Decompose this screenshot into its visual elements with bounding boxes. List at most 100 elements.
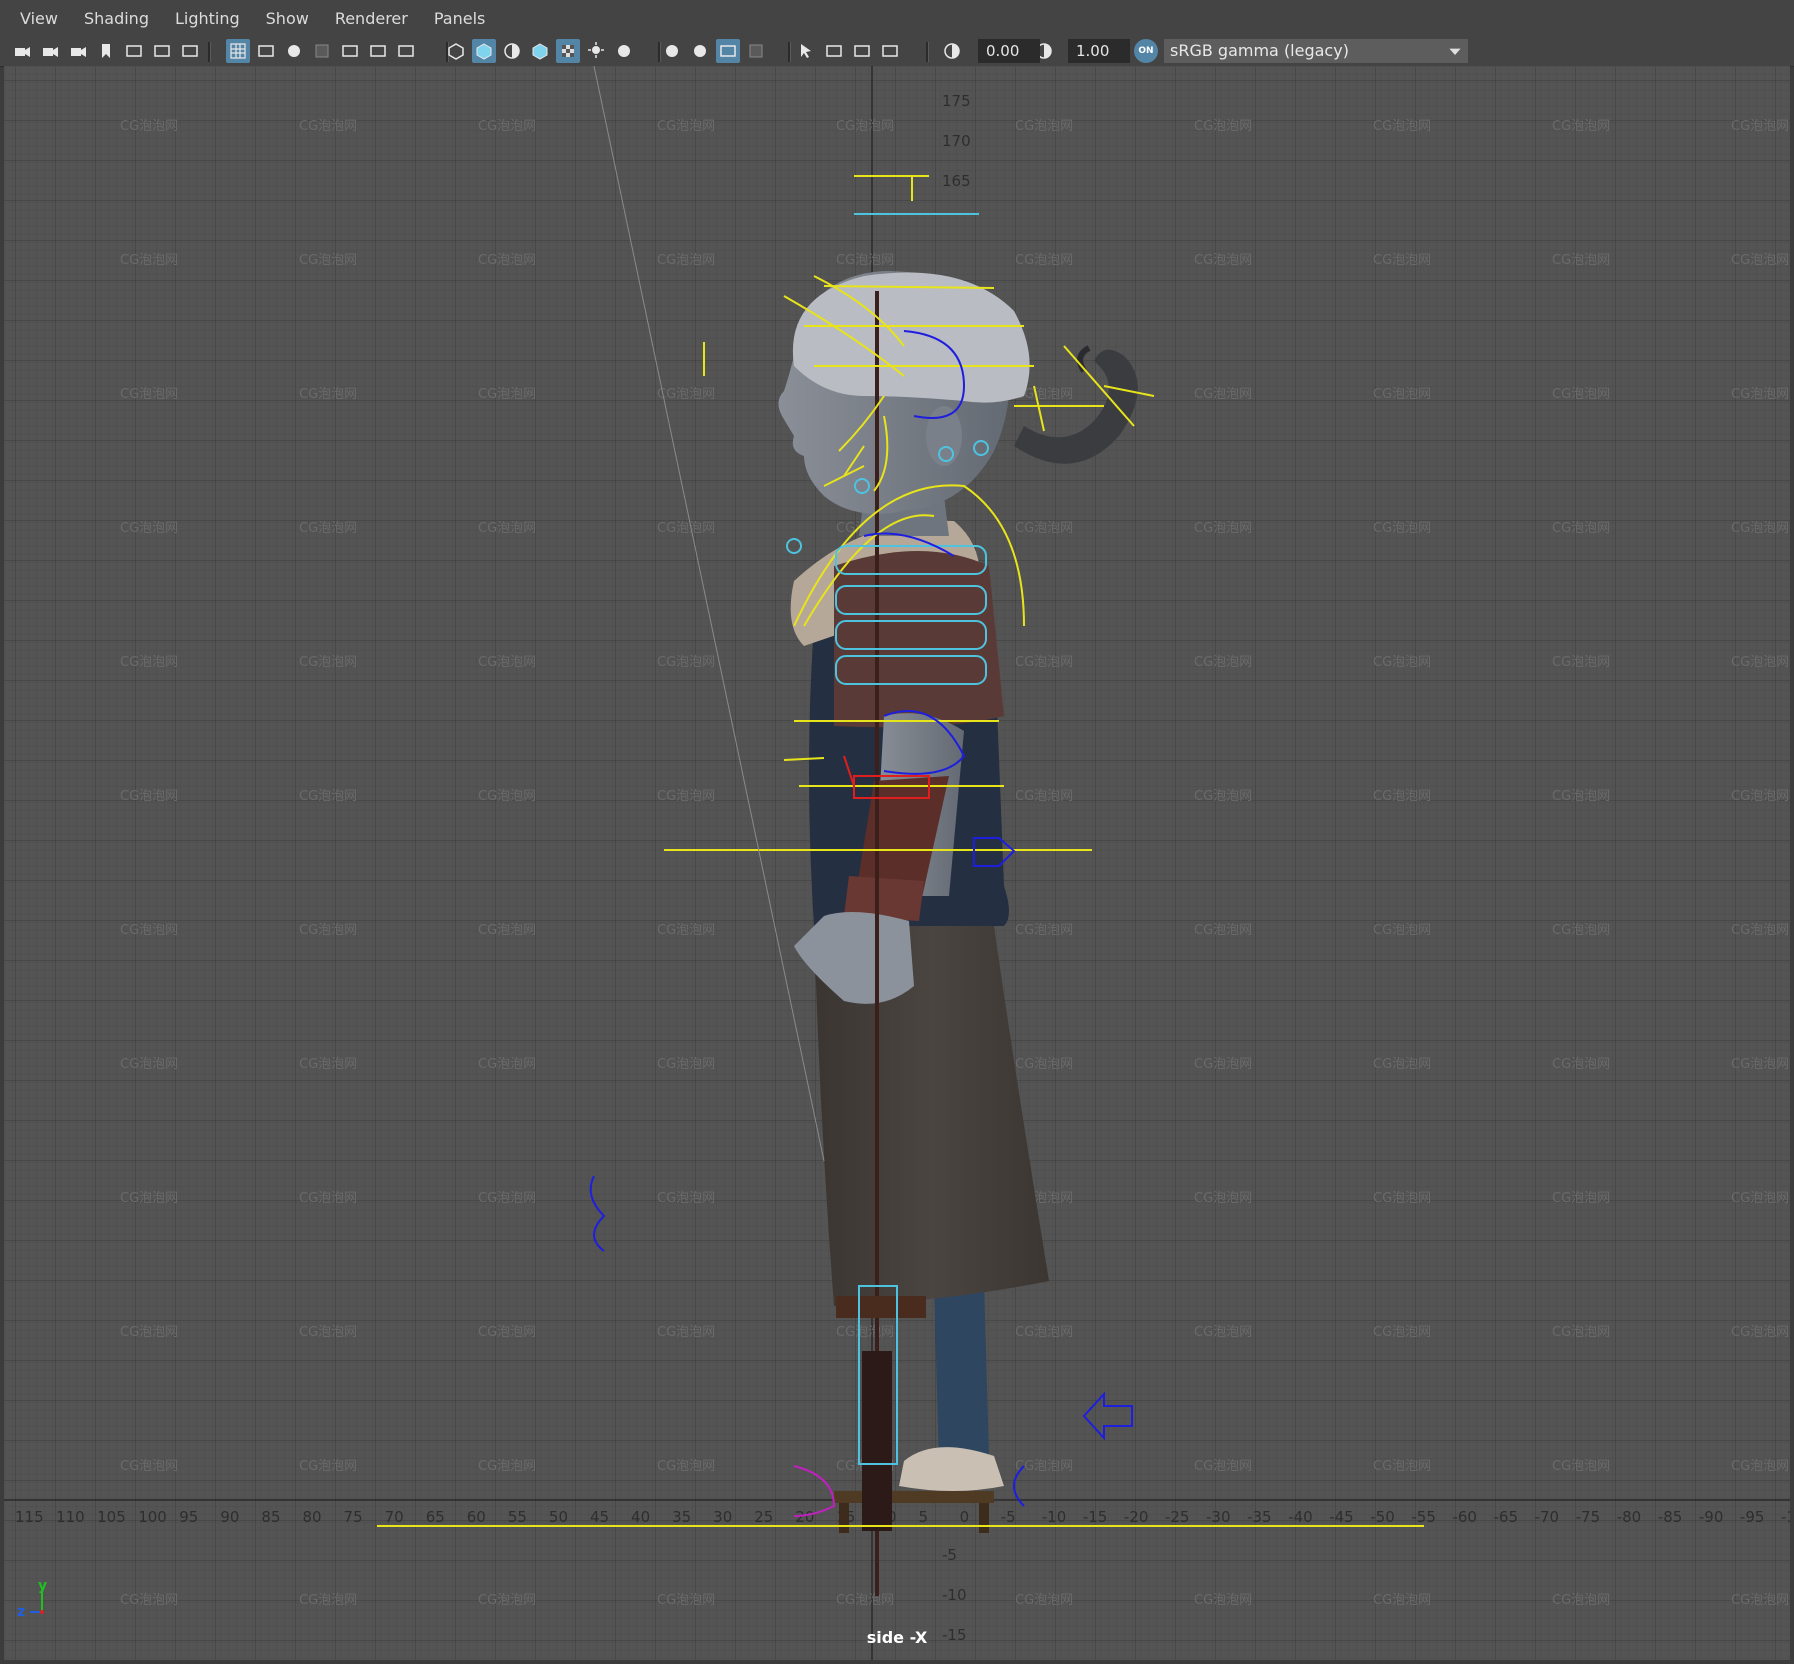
ruler-tick-label: 105 <box>97 1508 126 1526</box>
panel-toolbar: 0.00 1.00 ON sRGB gamma (legacy) <box>0 36 1794 67</box>
ruler-tick-label: 60 <box>467 1508 486 1526</box>
ruler-tick-label: 55 <box>508 1508 527 1526</box>
menu-shading[interactable]: Shading <box>84 9 149 28</box>
color-space-field[interactable]: sRGB gamma (legacy) <box>1164 39 1468 63</box>
exposure-field[interactable]: 0.00 <box>978 39 1040 63</box>
ruler-tick-label: 25 <box>754 1508 773 1526</box>
watermark-text: CG泡泡网 <box>1552 521 1610 536</box>
color-management-icon[interactable]: ON <box>1134 39 1158 63</box>
color-space-dropdown-icon[interactable] <box>1442 39 1468 63</box>
side-view-viewport[interactable]: CG泡泡网 CG泡泡网 CG泡泡网 CG泡泡网 CG泡泡网 CG泡泡网 CG泡泡网 CG泡泡网… <box>4 66 1790 1660</box>
watermark-text: CG泡泡网 <box>1731 1325 1789 1340</box>
gate-mask-icon[interactable] <box>310 39 334 63</box>
watermark-text: CG泡泡网 <box>1373 923 1431 938</box>
isolate-select-icon[interactable] <box>794 39 818 63</box>
exposure-icon[interactable] <box>940 39 964 63</box>
watermark-text: CG泡泡网 <box>657 1191 715 1206</box>
textured-icon[interactable] <box>556 39 580 63</box>
menu-renderer[interactable]: Renderer <box>335 9 408 28</box>
watermark-text: CG泡泡网 <box>1731 789 1789 804</box>
camera-icon[interactable] <box>10 39 34 63</box>
watermark-text: CG泡泡网 <box>1194 923 1252 938</box>
grid-snap-icon[interactable] <box>122 39 146 63</box>
smooth-shade-icon[interactable] <box>472 39 496 63</box>
resolution-gate-icon[interactable] <box>282 39 306 63</box>
ruler-tick-label: -60 <box>1452 1508 1477 1526</box>
ruler-tick-label: -85 <box>1658 1508 1683 1526</box>
watermark-text: CG泡泡网 <box>836 1325 894 1340</box>
watermark-text: CG泡泡网 <box>299 119 357 134</box>
watermark-text: CG泡泡网 <box>299 1593 357 1608</box>
watermark-text: CG泡泡网 <box>1731 1593 1789 1608</box>
camera-settings-icon[interactable] <box>66 39 90 63</box>
ruler-tick-label: -55 <box>1411 1508 1436 1526</box>
safe-title-icon[interactable] <box>394 39 418 63</box>
watermark-text: CG泡泡网 <box>1731 253 1789 268</box>
bookmark-icon[interactable] <box>94 39 118 63</box>
default-material-icon[interactable] <box>500 39 524 63</box>
watermark-text: CG泡泡网 <box>120 521 178 536</box>
shadows-icon[interactable] <box>612 39 636 63</box>
grid-icon[interactable] <box>226 39 250 63</box>
watermark-text: CG泡泡网 <box>1731 521 1789 536</box>
watermark-text: CG泡泡网 <box>1731 1057 1789 1072</box>
film-gate-icon[interactable] <box>150 39 174 63</box>
watermark-text: CG泡泡网 <box>1731 387 1789 402</box>
menu-show[interactable]: Show <box>266 9 309 28</box>
watermark-text: CG泡泡网 <box>1194 1057 1252 1072</box>
watermark-text: CG泡泡网 <box>120 1459 178 1474</box>
watermark-text: CG泡泡网 <box>1373 1191 1431 1206</box>
ruler-tick-label: -15 <box>1083 1508 1108 1526</box>
watermark-text: CG泡泡网 <box>1194 655 1252 670</box>
watermark-text: CG泡泡网 <box>1015 1057 1073 1072</box>
viewport-canvas[interactable]: CG泡泡网 CG泡泡网 CG泡泡网 CG泡泡网 CG泡泡网 CG泡泡网 CG泡泡网 CG泡泡网… <box>4 66 1790 1660</box>
wireframe-on-shaded-icon[interactable] <box>528 39 552 63</box>
watermark-text: CG泡泡网 <box>478 387 536 402</box>
watermark-text: CG泡泡网 <box>1373 253 1431 268</box>
watermark-text: CG泡泡网 <box>657 923 715 938</box>
color-management-badge: ON <box>1138 46 1154 56</box>
ruler-tick-label: -50 <box>1370 1508 1395 1526</box>
xray-joints-icon[interactable] <box>850 39 874 63</box>
ruler-tick-label: -95 <box>1740 1508 1765 1526</box>
film-gate-toggle-icon[interactable] <box>254 39 278 63</box>
xray-icon[interactable] <box>822 39 846 63</box>
menu-lighting[interactable]: Lighting <box>175 9 240 28</box>
watermark-text: CG泡泡网 <box>1015 789 1073 804</box>
watermark-text: CG泡泡网 <box>120 655 178 670</box>
field-chart-icon[interactable] <box>338 39 362 63</box>
ruler-tick-label: -10 <box>1042 1508 1067 1526</box>
ruler-tick-label: -40 <box>1288 1508 1313 1526</box>
ruler-tick-label: 65 <box>426 1508 445 1526</box>
watermark-text: CG泡泡网 <box>478 119 536 134</box>
panel-menu-bar: View Shading Lighting Show Renderer Pane… <box>0 0 1794 36</box>
watermark-text: CG泡泡网 <box>1552 253 1610 268</box>
watermark-text: CG泡泡网 <box>1373 1593 1431 1608</box>
brush-icon[interactable] <box>178 39 202 63</box>
watermark-text: CG泡泡网 <box>299 521 357 536</box>
menu-view[interactable]: View <box>20 9 58 28</box>
watermark-text: CG泡泡网 <box>1015 923 1073 938</box>
motion-blur-icon[interactable] <box>688 39 712 63</box>
watermark-text: CG泡泡网 <box>1552 655 1610 670</box>
anti-aliasing-icon[interactable] <box>716 39 740 63</box>
watermark-text: CG泡泡网 <box>478 1459 536 1474</box>
ruler-tick-label: 40 <box>631 1508 650 1526</box>
use-lights-icon[interactable] <box>584 39 608 63</box>
camera-attributes-icon[interactable] <box>38 39 62 63</box>
menu-panels[interactable]: Panels <box>434 9 486 28</box>
screen-space-ao-icon[interactable] <box>660 39 684 63</box>
watermark-text: CG泡泡网 <box>478 521 536 536</box>
watermark-text: CG泡泡网 <box>1015 521 1073 536</box>
xray-active-icon[interactable] <box>878 39 902 63</box>
watermark-text: CG泡泡网 <box>478 1325 536 1340</box>
watermark-text: CG泡泡网 <box>657 1459 715 1474</box>
watermark-text: CG泡泡网 <box>1194 521 1252 536</box>
gamma-field[interactable]: 1.00 <box>1068 39 1130 63</box>
watermark-text: CG泡泡网 <box>120 119 178 134</box>
ruler-tick-label: 45 <box>590 1508 609 1526</box>
depth-of-field-icon[interactable] <box>744 39 768 63</box>
watermark-text: CG泡泡网 <box>478 923 536 938</box>
safe-action-icon[interactable] <box>366 39 390 63</box>
wireframe-icon[interactable] <box>444 39 468 63</box>
